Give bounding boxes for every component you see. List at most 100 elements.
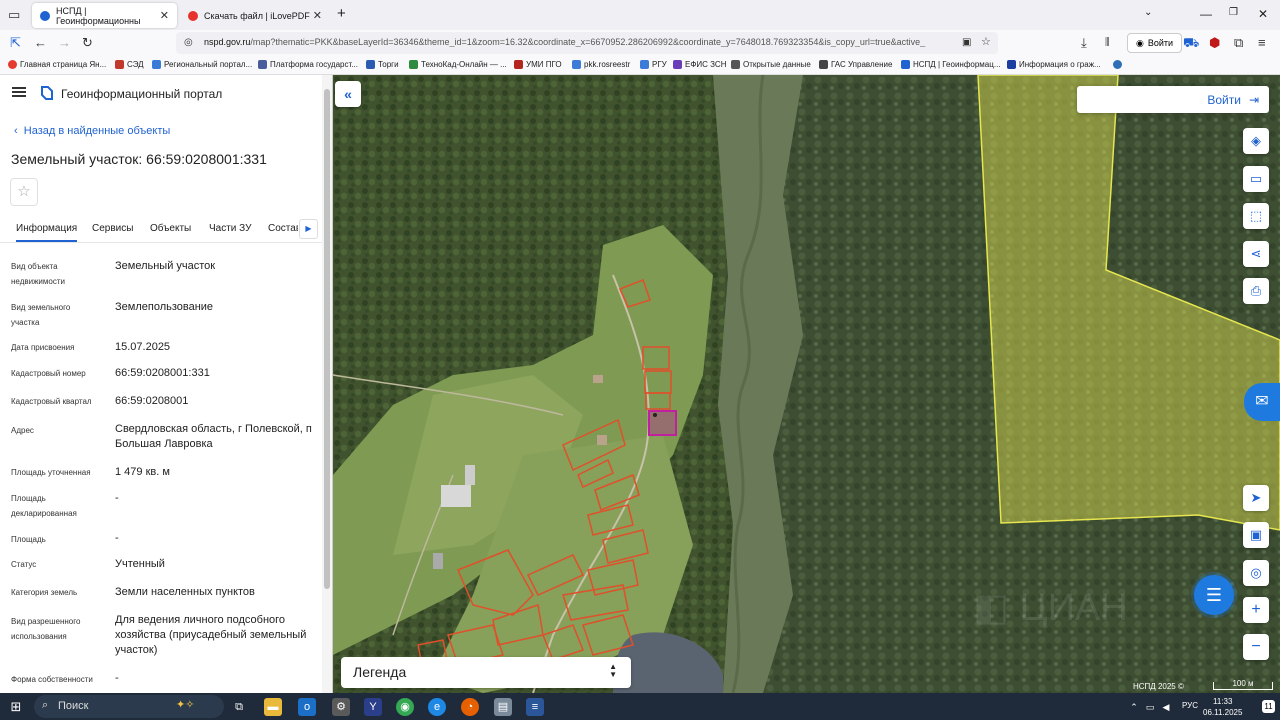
extensions-icon[interactable]: ⧉ <box>1234 36 1243 50</box>
tab-list-icon[interactable]: ▭ <box>8 8 20 22</box>
extension-shield-icon[interactable]: ⬢ <box>1209 36 1220 50</box>
back-icon[interactable]: ← <box>34 36 47 50</box>
tray-chevron-icon[interactable]: ⌃ <box>1128 698 1140 716</box>
area-select-button[interactable]: ⬚ <box>1243 203 1269 229</box>
reader-view-icon[interactable]: ▣ <box>962 36 971 50</box>
downloads-icon[interactable]: ⤓ <box>1081 36 1087 50</box>
map-login-button[interactable]: Войти ⇥ <box>1077 86 1269 113</box>
field-value: 66:59:0208001 <box>115 395 189 407</box>
tabs-scroll-right-button[interactable]: ▶ <box>299 219 318 239</box>
scale-label: 100 м <box>1232 679 1254 688</box>
notification-badge[interactable]: 11 <box>1262 700 1275 713</box>
address-bar[interactable]: ◎ nspd.gov.ru/map?thematic=PKK&baseLayer… <box>176 32 998 54</box>
close-window-icon[interactable]: ✕ <box>1258 7 1268 21</box>
bookmark-item[interactable]: УМИ ПГО <box>514 60 562 69</box>
bookmark-label: СЭД <box>127 60 144 69</box>
tab-objects[interactable]: Объекты <box>150 223 191 234</box>
back-to-results-link[interactable]: ‹ Назад в найденные объекты <box>14 125 170 137</box>
tab-information[interactable]: Информация <box>16 223 78 242</box>
app-window-icon[interactable]: ▤ <box>494 698 512 716</box>
input-language[interactable]: РУС <box>1182 701 1198 710</box>
map-copyright: НСПД 2025 © <box>1133 682 1184 691</box>
bookmark-item[interactable]: pkk.rosreestr <box>572 60 630 69</box>
field-label: Категория земель <box>11 588 78 597</box>
field-value: Для ведения личного подсобного хозяйства… <box>115 614 307 656</box>
ruler-button[interactable]: ▭ <box>1243 166 1269 192</box>
collapse-panel-button[interactable]: « <box>335 81 361 107</box>
tab-composition[interactable]: Состав <box>268 223 298 234</box>
ilovepdf-favicon-icon <box>188 10 198 21</box>
new-tab-icon[interactable]: + <box>337 5 346 22</box>
bookmark-item[interactable]: ТехноКад-Онлайн — ... <box>409 60 507 69</box>
map-view[interactable]: ◧ ЦИАН « Войти ⇥ ◈ ▭ ⬚ ⋖ ⎙ ✉ ➤ ▣ ◎ ☰ + −… <box>333 75 1280 693</box>
bookmark-item[interactable]: Главная страница Ян... <box>8 60 106 69</box>
close-tab-icon[interactable]: ✕ <box>160 9 169 22</box>
bookmark-item[interactable]: Региональный портал... <box>152 60 252 69</box>
tab-ilovepdf[interactable]: Скачать файл | iLovePDF ✕ <box>180 3 330 28</box>
bookmark-item[interactable]: Информация о граж... <box>1007 60 1101 69</box>
field-label: Статус <box>11 560 37 569</box>
zoom-in-button[interactable]: + <box>1243 597 1269 623</box>
bookmark-star-icon[interactable]: ☆ <box>981 35 991 49</box>
panel-scrollbar-thumb[interactable] <box>324 89 330 589</box>
word-icon[interactable]: ≡ <box>526 698 544 716</box>
cart-icon[interactable]: ⛟ <box>1183 36 1199 50</box>
locate-me-button[interactable]: ➤ <box>1243 485 1269 511</box>
hamburger-menu-icon[interactable] <box>12 87 26 97</box>
close-tab-icon[interactable]: ✕ <box>313 9 322 22</box>
bookmark-item[interactable]: НСПД | Геоинформац... <box>901 60 1001 69</box>
yandex-browser-icon[interactable]: Y <box>364 698 382 716</box>
outlook-icon[interactable]: o <box>298 698 316 716</box>
field-value: 1 479 кв. м <box>115 466 170 478</box>
layers-button[interactable]: ◈ <box>1243 128 1269 154</box>
forward-icon[interactable]: → <box>58 36 71 50</box>
chrome-icon[interactable]: ◉ <box>396 698 414 716</box>
panel-scrollbar[interactable] <box>322 75 332 693</box>
minimize-icon[interactable]: — <box>1200 7 1212 21</box>
bookmark-item[interactable]: Платформа государст... <box>258 60 358 69</box>
reload-icon[interactable]: ↻ <box>82 36 93 50</box>
tab-parts[interactable]: Части ЗУ <box>209 223 251 234</box>
bookmark-item[interactable]: ГАС Управление <box>819 60 892 69</box>
geo-search-button[interactable]: ◎ <box>1243 560 1269 586</box>
network-icon[interactable]: ▭ <box>1144 698 1156 716</box>
bookmark-item[interactable]: Открытые данные <box>731 60 811 69</box>
bookmark-item[interactable] <box>1113 60 1122 69</box>
bookmark-item[interactable]: СЭД <box>115 60 144 69</box>
map-watermark: ◧ ЦИАН <box>973 587 1128 629</box>
library-icon[interactable]: ⫼ <box>1105 36 1110 50</box>
bookmark-item[interactable]: РГУ <box>640 60 667 69</box>
feedback-side-tab[interactable]: ✉ <box>1244 383 1280 421</box>
restore-icon[interactable]: ❐ <box>1229 7 1238 18</box>
edge-icon[interactable]: e <box>428 698 446 716</box>
minimap-button[interactable]: ▣ <box>1243 522 1269 548</box>
yandex-icon <box>8 60 17 69</box>
task-view-icon[interactable]: ⧉ <box>230 698 248 716</box>
zoom-out-button[interactable]: − <box>1243 634 1269 660</box>
firefox-icon[interactable]: ◔ <box>461 698 479 716</box>
share-icon[interactable]: ⇱ <box>10 36 21 50</box>
bookmark-item[interactable]: Торги <box>366 60 399 69</box>
volume-icon[interactable]: ◀ <box>1160 698 1172 716</box>
tab-services[interactable]: Сервисы <box>92 223 133 234</box>
satellite-map-canvas[interactable]: ◧ ЦИАН <box>333 75 1280 693</box>
taskbar-search[interactable]: ⌕ Поиск ✦✧ <box>34 695 224 718</box>
field-label: Форма собственности <box>11 675 93 684</box>
bookmark-item[interactable]: ЕФИС ЗСН <box>673 60 726 69</box>
windows-start-icon[interactable]: ⊞ <box>7 698 25 716</box>
list-all-tabs-icon[interactable]: ⌄ <box>1144 7 1152 18</box>
legend-dropdown[interactable]: Легенда ▲ ▼ <box>341 657 631 688</box>
chat-button[interactable]: ☰ <box>1194 575 1234 615</box>
print-button[interactable]: ⎙ <box>1243 278 1269 304</box>
menu-icon[interactable]: ≡ <box>1258 36 1266 50</box>
site-info-icon[interactable]: ◎ <box>184 36 193 50</box>
app-icon[interactable]: ⚙ <box>332 698 350 716</box>
share-map-button[interactable]: ⋖ <box>1243 241 1269 267</box>
tab-nspd[interactable]: НСПД | Геоинформационны ✕ <box>32 3 177 28</box>
navigation-toolbar: ⇱ ← → ↻ ◎ nspd.gov.ru/map?thematic=PKK&b… <box>0 30 1280 56</box>
explorer-icon[interactable]: ▬ <box>264 698 282 716</box>
favorite-star-button[interactable]: ☆ <box>10 178 38 206</box>
taskbar-clock[interactable]: 11:33 06.11.2025 <box>1203 696 1242 718</box>
browser-account-button[interactable]: ◉ Войти <box>1127 33 1183 53</box>
url-text[interactable]: nspd.gov.ru/map?thematic=PKK&baseLayerId… <box>204 37 954 47</box>
